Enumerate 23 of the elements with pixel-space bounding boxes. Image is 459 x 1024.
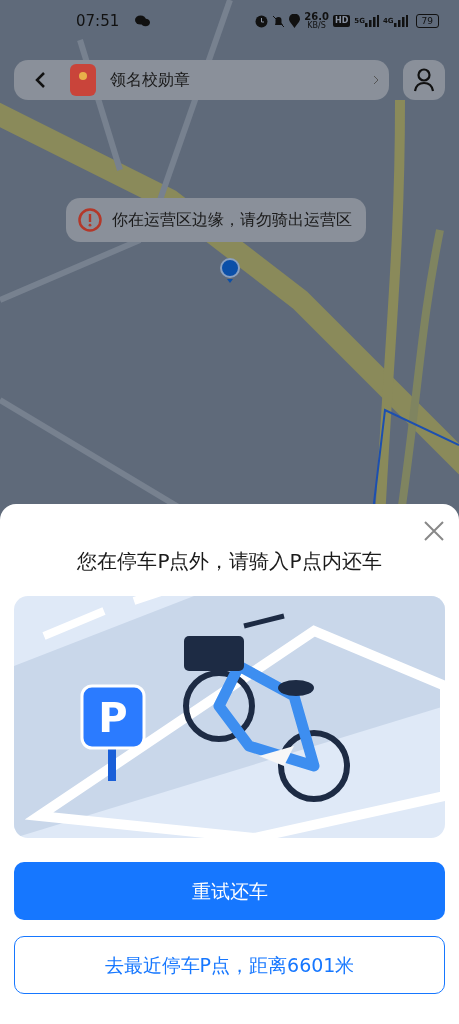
speed-unit: KB/S	[307, 22, 326, 30]
envelope-icon	[70, 64, 96, 96]
mute-icon	[272, 14, 286, 28]
network-speed: 26.0	[304, 12, 329, 22]
chevron-right-icon	[373, 75, 379, 85]
warning-message: 你在运营区边缘，请勿骑出运营区	[112, 209, 352, 231]
retry-return-button[interactable]: 重试还车	[14, 862, 445, 920]
profile-button[interactable]	[403, 60, 445, 100]
clock: 07:51	[76, 10, 120, 32]
person-icon	[413, 68, 435, 92]
location-icon	[289, 14, 301, 28]
parking-sign-letter: P	[98, 695, 128, 741]
warning-icon	[78, 208, 102, 232]
clock-icon	[255, 14, 269, 28]
location-marker	[220, 258, 240, 284]
nearest-parking-button[interactable]: 去最近停车P点，距离6601米	[14, 936, 445, 994]
signal-icon	[393, 15, 408, 27]
sheet-title: 您在停车P点外，请骑入P点内还车	[76, 548, 383, 575]
battery-indicator: 79	[415, 14, 439, 28]
signal-icon	[364, 15, 379, 27]
banner-link[interactable]: 领名校勋章	[70, 64, 363, 96]
close-icon[interactable]	[423, 518, 445, 542]
chat-icon	[135, 15, 151, 27]
